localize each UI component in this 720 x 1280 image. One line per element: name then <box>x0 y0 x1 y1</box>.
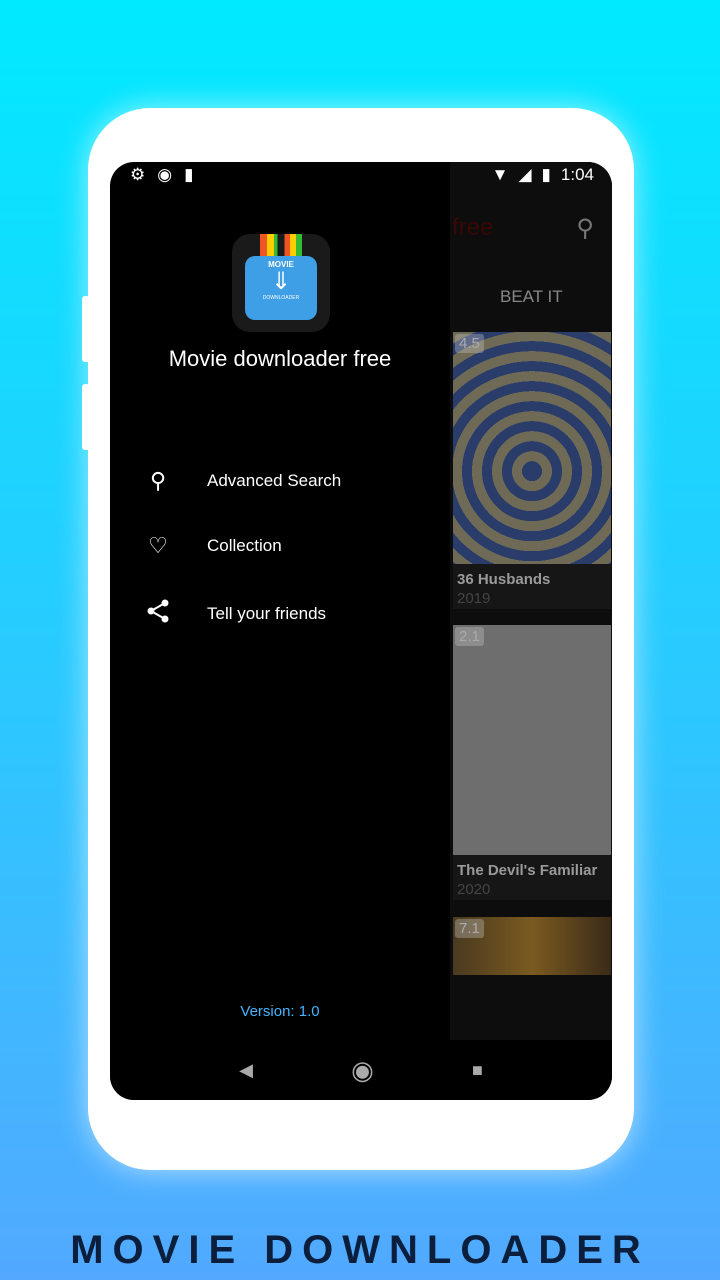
rating-badge: 7.1 <box>455 919 484 938</box>
drawer-item-label: Collection <box>207 536 282 555</box>
app-title: free <box>452 214 494 241</box>
movie-poster: 7.1 <box>453 917 611 975</box>
settings-icon: ⚙ <box>130 165 146 184</box>
sd-card-icon: ▮ <box>184 165 194 184</box>
sync-icon: ◉ <box>157 165 173 184</box>
rating-badge: 2.1 <box>455 627 484 646</box>
share-icon <box>142 598 174 630</box>
main-content: free ⚲ BEAT IT 4.5 36 Husbands 2019 2.1 … <box>450 162 612 1040</box>
movie-card[interactable]: 4.5 36 Husbands 2019 <box>453 332 611 609</box>
movie-title: 36 Husbands <box>457 571 551 588</box>
wifi-icon: ▼ <box>491 165 509 184</box>
movie-title: The Devil's Familiar <box>457 862 598 879</box>
tab-beat-it[interactable]: BEAT IT <box>500 287 563 307</box>
movie-poster: 4.5 <box>453 332 611 564</box>
back-icon[interactable]: ◀ <box>239 1060 253 1081</box>
drawer-item-label: Tell your friends <box>207 604 327 623</box>
drawer-item-tell-friends[interactable]: Tell your friends <box>142 598 326 630</box>
search-icon: ⚲ <box>149 468 167 493</box>
phone-screen: free ⚲ BEAT IT 4.5 36 Husbands 2019 2.1 … <box>110 162 612 1100</box>
signal-icon: ◢ <box>518 165 532 184</box>
navigation-bar: ◀ ◉ ■ <box>110 1040 612 1100</box>
movie-year: 2020 <box>457 881 491 898</box>
home-icon[interactable]: ◉ <box>351 1055 374 1086</box>
drawer-item-collection[interactable]: ♡ Collection <box>142 533 282 559</box>
promo-caption: MOVIE DOWNLOADER <box>70 1228 650 1272</box>
version-text: Version: 1.0 <box>240 1003 320 1020</box>
recents-icon[interactable]: ■ <box>472 1060 483 1081</box>
battery-icon: ▮ <box>541 165 551 184</box>
movie-poster: 2.1 <box>453 625 611 855</box>
navigation-drawer: MOVIE ⇓ DOWNLOADER Movie downloader free… <box>110 190 450 1040</box>
drawer-item-advanced-search[interactable]: ⚲ Advanced Search <box>142 468 341 494</box>
movie-year: 2019 <box>457 590 491 607</box>
clock: 1:04 <box>560 165 594 184</box>
drawer-item-label: Advanced Search <box>207 471 342 490</box>
movie-card[interactable]: 2.1 The Devil's Familiar 2020 <box>453 625 611 900</box>
search-icon[interactable]: ⚲ <box>576 214 594 243</box>
logo-text: DOWNLOADER <box>262 295 300 301</box>
movie-card[interactable]: 7.1 <box>453 917 611 975</box>
status-bar: ⚙ ◉ ▮ ▼ ◢ ▮ 1:04 <box>110 162 612 190</box>
app-logo: MOVIE ⇓ DOWNLOADER <box>232 234 330 332</box>
app-name: Movie downloader free <box>168 346 392 371</box>
download-arrow-icon: ⇓ <box>270 268 292 295</box>
rating-badge: 4.5 <box>455 334 484 353</box>
heart-icon: ♡ <box>148 533 168 558</box>
